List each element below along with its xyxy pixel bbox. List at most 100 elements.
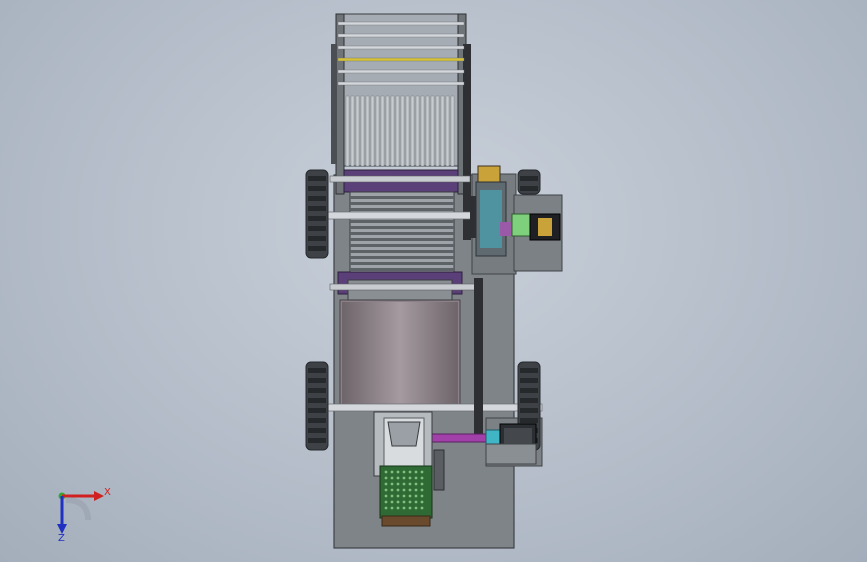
cage-slat xyxy=(440,95,445,167)
roller-slat xyxy=(350,232,454,235)
hole xyxy=(384,488,388,492)
hole xyxy=(402,482,406,486)
cage-slat xyxy=(450,95,455,167)
hole xyxy=(390,482,394,486)
cage-slat xyxy=(380,95,385,167)
cage-rod xyxy=(337,33,465,38)
hole xyxy=(420,470,424,474)
roller-slat xyxy=(350,196,454,199)
cage-slat xyxy=(435,95,440,167)
cage-slat xyxy=(375,95,380,167)
wheel xyxy=(305,169,329,259)
roller-slat xyxy=(350,202,454,205)
cage-slat xyxy=(385,95,390,167)
magenta-shaft xyxy=(423,433,491,443)
roller-slat xyxy=(350,250,454,253)
base-block xyxy=(381,515,431,527)
hole xyxy=(390,476,394,480)
triad-x-arrow xyxy=(94,491,104,501)
hole xyxy=(408,482,412,486)
top-axle xyxy=(329,175,471,183)
roller-slat xyxy=(350,256,454,259)
hole xyxy=(402,488,406,492)
hole xyxy=(414,488,418,492)
hole xyxy=(414,470,418,474)
cage-slat xyxy=(430,95,435,167)
mid-axle xyxy=(329,283,477,291)
hole xyxy=(390,488,394,492)
hole xyxy=(420,482,424,486)
middle-roller-section xyxy=(337,169,463,301)
machine-assembly[interactable] xyxy=(305,13,563,549)
roller-slat xyxy=(350,244,454,247)
hole xyxy=(420,476,424,480)
roller-slat xyxy=(350,262,454,265)
cage-slat xyxy=(370,95,375,167)
cage-slat xyxy=(445,95,450,167)
hole xyxy=(396,488,400,492)
hole xyxy=(420,494,424,498)
cage-slat xyxy=(360,95,365,167)
cage-slat xyxy=(410,95,415,167)
hole xyxy=(402,494,406,498)
cage-rod xyxy=(337,57,465,62)
hole xyxy=(396,506,400,510)
triad-z-label: Z xyxy=(58,533,65,544)
hole xyxy=(408,500,412,504)
drive-belt xyxy=(474,278,483,438)
cage-slat xyxy=(425,95,430,167)
hole xyxy=(384,494,388,498)
hole xyxy=(384,476,388,480)
hole xyxy=(414,482,418,486)
hole xyxy=(402,500,406,504)
hole xyxy=(396,470,400,474)
hole xyxy=(384,482,388,486)
hole xyxy=(390,506,394,510)
cage-rod xyxy=(337,45,465,50)
hole xyxy=(414,500,418,504)
hole xyxy=(384,470,388,474)
cage-slat xyxy=(345,95,350,167)
cage-slat xyxy=(415,95,420,167)
hole xyxy=(414,494,418,498)
hole xyxy=(408,476,412,480)
hole xyxy=(402,476,406,480)
roller-slat xyxy=(350,238,454,241)
hole xyxy=(420,500,424,504)
hole xyxy=(420,488,424,492)
roller-slat xyxy=(350,220,454,223)
coupling xyxy=(511,213,531,237)
cage-slat xyxy=(355,95,360,167)
hole xyxy=(402,506,406,510)
triad-x-label: X xyxy=(104,487,111,498)
cage-rod xyxy=(337,69,465,74)
cage-slat xyxy=(390,95,395,167)
orientation-triad[interactable]: X Z xyxy=(57,487,111,544)
roller-slat xyxy=(350,268,454,271)
cage-rod xyxy=(337,21,465,26)
hole xyxy=(408,494,412,498)
hole xyxy=(414,476,418,480)
hole xyxy=(384,506,388,510)
hole xyxy=(408,470,412,474)
cage-slat xyxy=(395,95,400,167)
hole xyxy=(396,482,400,486)
hole xyxy=(402,470,406,474)
cad-viewport[interactable]: X Z xyxy=(0,0,867,562)
hole xyxy=(390,500,394,504)
cage-slat xyxy=(405,95,410,167)
roller-slat xyxy=(350,226,454,229)
hole xyxy=(420,506,424,510)
wheel xyxy=(305,361,329,451)
hole xyxy=(414,506,418,510)
hole xyxy=(396,476,400,480)
cage-slat xyxy=(350,95,355,167)
hopper-body xyxy=(342,302,458,408)
hole xyxy=(408,506,412,510)
hole xyxy=(396,500,400,504)
cage-slat xyxy=(400,95,405,167)
cage-rod xyxy=(337,81,465,86)
hole xyxy=(384,500,388,504)
lower-shaft xyxy=(317,403,543,412)
hole xyxy=(408,488,412,492)
